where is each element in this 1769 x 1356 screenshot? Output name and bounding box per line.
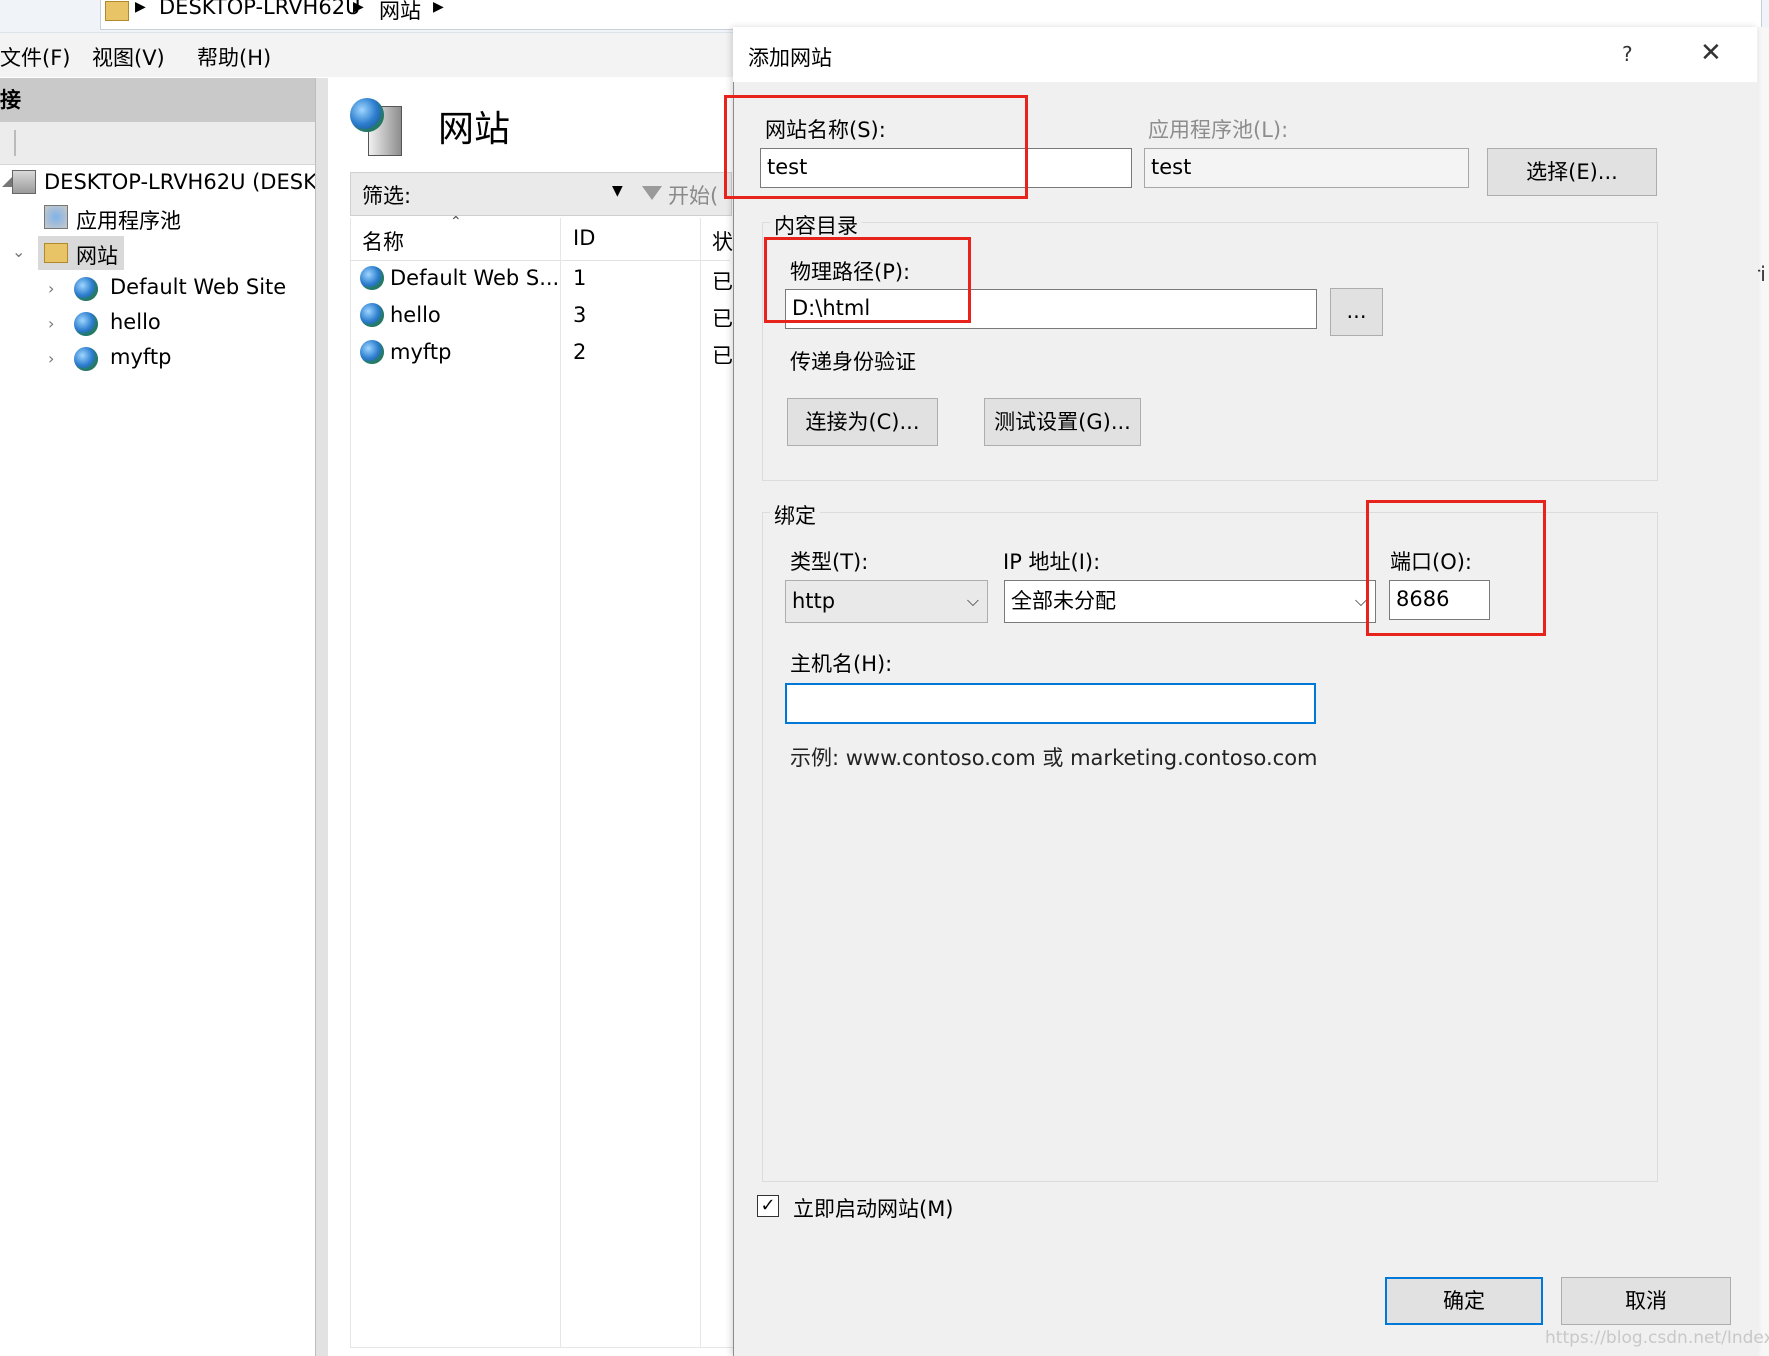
app-pool-label: 应用程序池(L): — [1148, 118, 1289, 142]
pane-splitter[interactable] — [315, 78, 329, 1356]
server-node-icon — [12, 170, 36, 194]
breadcrumb[interactable]: ▶ DESKTOP-LRVH62U ▶ 网站 ▶ — [100, 0, 1762, 30]
breadcrumb-separator-icon: ▶ — [135, 0, 146, 15]
websites-server-icon — [350, 98, 404, 156]
globe-icon — [360, 266, 384, 290]
chevron-down-icon[interactable]: ⌄ — [12, 242, 25, 261]
app-pool-icon — [44, 205, 68, 229]
ip-address-label: IP 地址(I): — [1003, 550, 1101, 574]
chevron-right-icon[interactable]: › — [48, 349, 54, 368]
breadcrumb-separator-icon: ▶ — [353, 0, 364, 15]
page-title: 网站 — [438, 109, 511, 150]
tree-sites[interactable]: 网站 — [76, 240, 118, 270]
column-id[interactable]: ID — [573, 226, 595, 250]
sites-folder-icon — [44, 243, 68, 263]
ip-address-value: 全部未分配 — [1011, 589, 1116, 613]
connections-toolbar — [0, 122, 315, 165]
ip-address-select[interactable]: 全部未分配 ⌵ — [1004, 580, 1376, 623]
connections-tree — [0, 165, 315, 1356]
connections-header: 接 — [0, 78, 315, 122]
table-row-name[interactable]: Default Web S... — [390, 266, 559, 290]
column-name[interactable]: 名称 — [362, 226, 404, 256]
pass-through-auth-label: 传递身份验证 — [790, 350, 916, 374]
list-bottom-border — [350, 1347, 733, 1348]
type-label: 类型(T): — [790, 550, 869, 574]
test-settings-button[interactable]: 测试设置(G)... — [984, 398, 1141, 446]
tree-site-hello[interactable]: hello — [110, 310, 161, 334]
tree-site-myftp[interactable]: myftp — [110, 345, 171, 369]
hostname-label: 主机名(H): — [790, 652, 893, 676]
sort-ascending-icon: ⌃ — [450, 214, 462, 230]
select-app-pool-button[interactable]: 选择(E)... — [1487, 148, 1657, 196]
ok-button[interactable]: 确定 — [1385, 1277, 1543, 1325]
dialog-titlebar — [733, 27, 1757, 82]
column-divider — [560, 218, 561, 1348]
annotation-box-port — [1366, 500, 1546, 636]
list-header — [350, 218, 730, 261]
background-window-edge — [1757, 27, 1769, 1356]
binding-title: 绑定 — [770, 500, 820, 530]
start-website-checkbox[interactable]: ✓ — [757, 1195, 779, 1217]
table-row-status: 已 — [712, 270, 733, 294]
tree-site-default[interactable]: Default Web Site — [110, 275, 286, 299]
cancel-button[interactable]: 取消 — [1561, 1277, 1731, 1325]
table-row-status: 已 — [712, 307, 733, 331]
connect-as-button[interactable]: 连接为(C)... — [787, 398, 938, 446]
toolbar-separator — [14, 130, 16, 156]
column-status[interactable]: 状 — [712, 226, 733, 256]
table-row-id: 3 — [573, 303, 587, 327]
globe-icon — [74, 347, 98, 371]
tree-server-node[interactable]: DESKTOP-LRVH62U (DESKT — [44, 170, 328, 194]
table-row-name[interactable]: hello — [390, 303, 441, 327]
annotation-box-site-name — [724, 95, 1028, 199]
chevron-down-icon: ⌵ — [966, 591, 979, 610]
funnel-icon[interactable] — [642, 186, 662, 200]
globe-icon — [74, 312, 98, 336]
close-icon[interactable]: ✕ — [1700, 38, 1722, 68]
dialog-title: 添加网站 — [748, 46, 832, 70]
filter-label: 筛选: — [362, 184, 412, 208]
globe-icon — [360, 340, 384, 364]
breadcrumb-separator-icon: ▶ — [433, 0, 444, 15]
menu-view[interactable]: 视图(V) — [92, 42, 165, 72]
dropdown-arrow-icon[interactable]: ▼ — [612, 183, 623, 199]
annotation-box-physical-path — [764, 237, 971, 323]
column-divider — [700, 218, 701, 1348]
hostname-example: 示例: www.contoso.com 或 marketing.contoso.… — [790, 746, 1318, 770]
tree-app-pools[interactable]: 应用程序池 — [76, 205, 181, 235]
browse-button[interactable]: ... — [1330, 288, 1383, 336]
chevron-right-icon[interactable]: › — [48, 279, 54, 298]
type-select[interactable]: http ⌵ — [785, 580, 988, 623]
globe-icon — [360, 303, 384, 327]
menu-file[interactable]: 文件(F) — [0, 42, 70, 72]
table-row-id: 2 — [573, 340, 587, 364]
breadcrumb-server[interactable]: DESKTOP-LRVH62U — [159, 0, 360, 19]
table-row-id: 1 — [573, 266, 587, 290]
filter-start-button[interactable]: 开始( — [668, 180, 718, 210]
app-pool-field: test — [1144, 148, 1469, 188]
chevron-right-icon[interactable]: › — [48, 314, 54, 333]
list-left-border — [350, 218, 351, 1348]
watermark: https://blog.csdn.net/IndexMan — [1545, 1328, 1769, 1348]
type-select-value: http — [792, 589, 836, 613]
globe-icon — [74, 277, 98, 301]
folder-icon — [105, 1, 129, 21]
table-row-status: 已 — [712, 344, 733, 368]
content-directory-title: 内容目录 — [770, 210, 862, 240]
hostname-field[interactable] — [785, 683, 1316, 724]
filter-input[interactable] — [420, 174, 630, 212]
table-row-name[interactable]: myftp — [390, 340, 451, 364]
breadcrumb-sites[interactable]: 网站 — [379, 0, 421, 25]
start-website-label[interactable]: 立即启动网站(M) — [793, 1193, 954, 1223]
menu-help[interactable]: 帮助(H) — [197, 42, 271, 72]
help-icon[interactable]: ? — [1622, 42, 1633, 66]
